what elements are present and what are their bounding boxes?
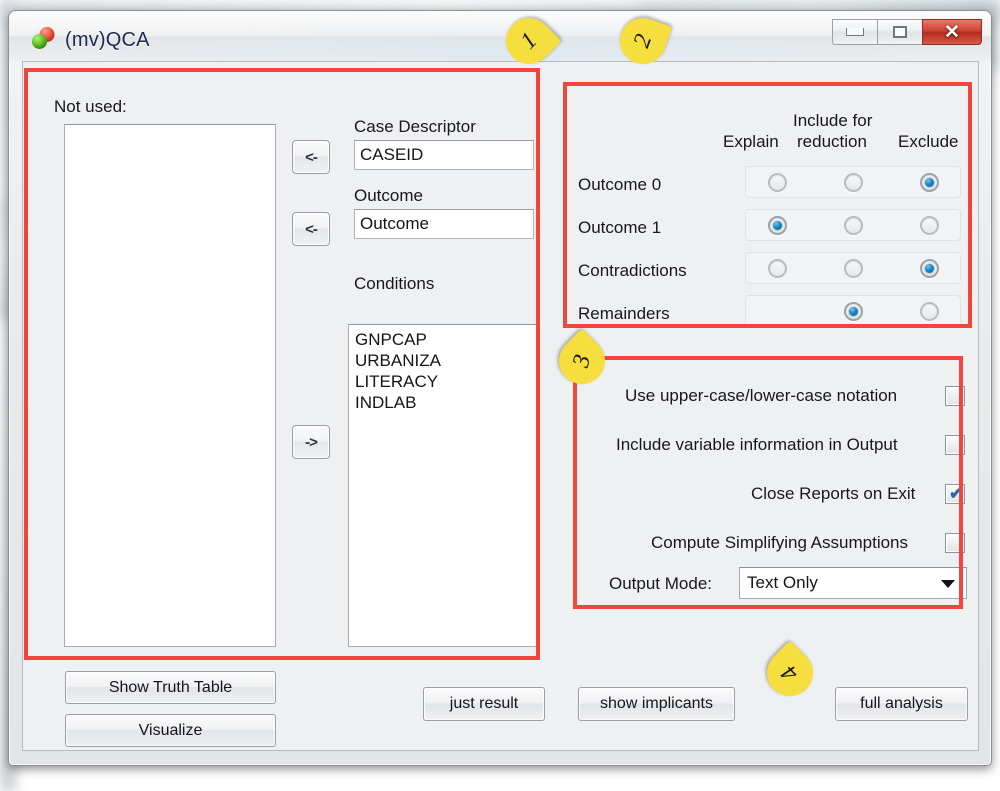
close-button[interactable]: ✕ xyxy=(922,19,982,45)
callout-number-4: 4 xyxy=(776,659,804,687)
callout-number-3: 3 xyxy=(567,351,596,371)
maximize-button[interactable] xyxy=(877,19,922,45)
annotation-region-2 xyxy=(563,82,972,328)
full-analysis-button[interactable]: full analysis xyxy=(835,687,968,721)
annotation-region-3 xyxy=(573,356,963,609)
callout-marker-1: 1 xyxy=(496,8,562,80)
qca-spheres-icon xyxy=(32,27,55,49)
show-implicants-button[interactable]: show implicants xyxy=(578,687,735,721)
just-result-button[interactable]: just result xyxy=(423,687,545,721)
close-icon: ✕ xyxy=(944,21,960,43)
callout-marker-4: 4 xyxy=(757,640,823,712)
annotation-region-1 xyxy=(24,68,540,660)
visualize-button[interactable]: Visualize xyxy=(65,714,276,747)
minimize-button[interactable] xyxy=(832,19,877,45)
callout-number-1: 1 xyxy=(515,27,543,55)
window-title: (mv)QCA xyxy=(65,29,150,51)
callout-marker-2: 2 xyxy=(613,11,676,80)
window-controls: ✕ xyxy=(832,19,982,47)
callout-number-2: 2 xyxy=(628,30,657,51)
minimize-icon xyxy=(846,28,864,36)
show-truth-table-button[interactable]: Show Truth Table xyxy=(65,671,276,704)
maximize-icon xyxy=(893,26,907,38)
callout-marker-3: 3 xyxy=(549,328,615,400)
